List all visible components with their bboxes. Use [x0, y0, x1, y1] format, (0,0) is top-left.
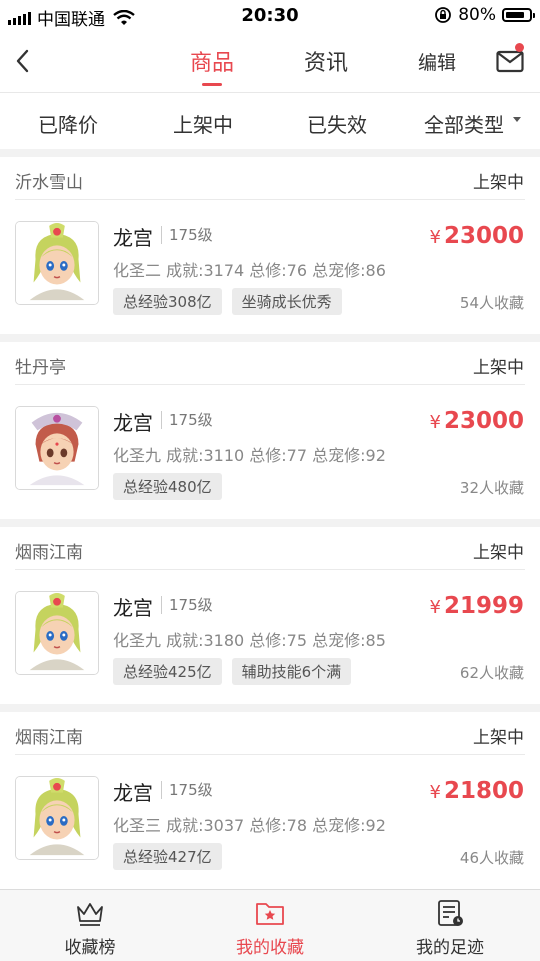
character-stats: 化圣九 成就:3180 总修:75 总宠修:85: [113, 631, 386, 650]
role-name: 龙宫: [113, 596, 153, 620]
server-name: 沂水雪山: [15, 173, 83, 193]
server-name: 牡丹亭: [15, 358, 66, 378]
divider: [161, 596, 162, 614]
level: 175级: [169, 226, 213, 244]
favorite-count: 46人收藏: [459, 849, 524, 867]
orientation-lock-icon: [435, 7, 452, 23]
tab-my-favorites[interactable]: 我的收藏: [180, 890, 360, 961]
status-bar: 中国联通 20:30 80%: [0, 0, 540, 32]
price: ¥21800: [430, 778, 524, 804]
tag: 总经验308亿: [113, 288, 222, 315]
server-name: 烟雨江南: [15, 543, 83, 563]
character-stats: 化圣二 成就:3174 总修:76 总宠修:86: [113, 261, 386, 280]
filter-bar: 已降价 上架中 已失效 全部类型: [0, 93, 540, 149]
divider: [15, 384, 525, 385]
list-item[interactable]: 沂水雪山 上架中 龙宫 175级 ¥23000 化圣二 成就:3174 总修:7…: [0, 157, 540, 334]
tab-ranking[interactable]: 收藏榜: [0, 890, 180, 961]
character-avatar: [15, 776, 99, 860]
price-value: 21999: [443, 593, 524, 619]
battery-icon: [502, 8, 535, 22]
price: ¥23000: [430, 223, 524, 249]
tab-label: 收藏榜: [64, 938, 116, 958]
level: 175级: [169, 596, 213, 614]
character-avatar: [15, 221, 99, 305]
price: ¥21999: [430, 593, 524, 619]
caret-down-icon[interactable]: [513, 117, 521, 122]
divider: [161, 411, 162, 429]
favorite-count: 62人收藏: [459, 664, 524, 682]
character-stats: 化圣九 成就:3110 总修:77 总宠修:92: [113, 446, 386, 465]
status-label: 上架中: [473, 728, 524, 748]
nav-bar: 商品 资讯 编辑: [0, 32, 540, 93]
divider: [15, 569, 525, 570]
divider: [15, 199, 525, 200]
price-value: 21800: [443, 778, 524, 804]
tag: 坐骑成长优秀: [231, 288, 342, 315]
list-item[interactable]: 烟雨江南 上架中 龙宫 175级 ¥21999 化圣九 成就:3180 总修:7…: [0, 527, 540, 704]
tab-news[interactable]: 资讯: [304, 45, 348, 77]
status-label: 上架中: [473, 173, 524, 193]
crown-icon: [77, 903, 103, 926]
currency-symbol: ¥: [429, 412, 441, 433]
status-label: 上架中: [473, 543, 524, 563]
status-label: 上架中: [473, 358, 524, 378]
star-folder-icon: [256, 903, 284, 925]
back-arrow-icon[interactable]: [10, 46, 40, 76]
tag-list: 总经验480亿: [113, 473, 222, 500]
price-value: 23000: [443, 408, 524, 434]
active-tab-indicator: [202, 83, 222, 86]
tag-list: 总经验308亿 坐骑成长优秀: [113, 288, 342, 315]
tab-my-history[interactable]: 我的足迹: [360, 890, 540, 961]
character-avatar: [15, 406, 99, 490]
list-item[interactable]: 牡丹亭 上架中 龙宫 175级 ¥23000 化圣九 成就:3110 总修:77…: [0, 342, 540, 519]
edit-button[interactable]: 编辑: [418, 48, 456, 75]
tab-label: 我的足迹: [416, 938, 484, 958]
role-name: 龙宫: [113, 781, 153, 805]
filter-on-sale[interactable]: 上架中: [173, 109, 233, 138]
tag: 总经验480亿: [113, 473, 222, 500]
price-value: 23000: [443, 223, 524, 249]
filter-price-dropped[interactable]: 已降价: [38, 109, 98, 138]
tab-label: 我的收藏: [236, 938, 304, 958]
tag: 总经验425亿: [113, 658, 222, 685]
currency-symbol: ¥: [429, 597, 441, 618]
currency-symbol: ¥: [429, 227, 441, 248]
character-stats: 化圣三 成就:3037 总修:78 总宠修:92: [113, 816, 386, 835]
divider: [161, 226, 162, 244]
divider: [161, 781, 162, 799]
favorite-count: 32人收藏: [459, 479, 524, 497]
level: 175级: [169, 411, 213, 429]
tag: 总经验427亿: [113, 843, 222, 870]
level: 175级: [169, 781, 213, 799]
character-avatar: [15, 591, 99, 675]
tab-goods[interactable]: 商品: [190, 45, 234, 77]
bottom-tab-bar: 收藏榜 我的收藏 我的足迹: [0, 889, 540, 961]
history-list-icon: [438, 900, 463, 926]
filter-all-types[interactable]: 全部类型: [424, 109, 504, 138]
role-name: 龙宫: [113, 226, 153, 250]
favorite-count: 54人收藏: [459, 294, 524, 312]
tag-list: 总经验427亿: [113, 843, 222, 870]
divider: [15, 754, 525, 755]
battery-percent: 80%: [458, 5, 496, 25]
currency-symbol: ¥: [429, 782, 441, 803]
list-item[interactable]: 烟雨江南 上架中 龙宫 175级 ¥21800 化圣三 成就:3037 总修:7…: [0, 712, 540, 889]
price: ¥23000: [430, 408, 524, 434]
unread-badge: [515, 43, 524, 52]
filter-expired[interactable]: 已失效: [307, 109, 367, 138]
tag: 辅助技能6个满: [231, 658, 352, 685]
server-name: 烟雨江南: [15, 728, 83, 748]
tag-list: 总经验425亿 辅助技能6个满: [113, 658, 352, 685]
role-name: 龙宫: [113, 411, 153, 435]
